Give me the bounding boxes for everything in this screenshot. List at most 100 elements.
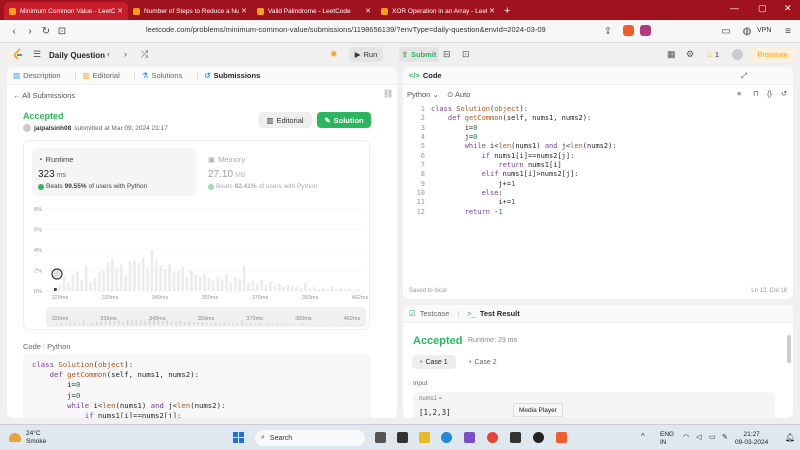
distribution-bar[interactable] — [203, 273, 206, 291]
tab-code[interactable]: Code — [423, 71, 442, 80]
distribution-bar[interactable] — [137, 263, 141, 291]
tab-solutions[interactable]: ⚗ Solutions — [142, 71, 183, 80]
editor-code[interactable]: class Solution(object): def getCommon(se… — [431, 105, 617, 217]
browser-tab-4[interactable]: XOR Operation in an Array - LeetCo ✕ — [376, 2, 500, 20]
wallet-icon[interactable]: ◍ — [739, 26, 755, 37]
distribution-bar[interactable] — [247, 282, 250, 291]
next-problem-icon[interactable]: › — [124, 49, 127, 59]
maximize-icon[interactable]: ▢ — [758, 3, 767, 14]
distribution-bar[interactable] — [295, 286, 299, 291]
back-icon[interactable]: ‹ — [6, 26, 22, 37]
close-tab-icon[interactable]: ✕ — [117, 7, 123, 15]
link-icon[interactable]: ⛓ — [383, 89, 393, 98]
notes-icon[interactable]: ⊟ — [443, 49, 451, 60]
distribution-bar[interactable] — [225, 274, 228, 291]
distribution-bar[interactable] — [111, 259, 114, 291]
settings-icon[interactable]: ⚙ — [686, 49, 694, 60]
bookmark-icon[interactable]: ⊡ — [54, 26, 70, 37]
tray-overflow-icon[interactable]: ^ — [641, 432, 645, 441]
distribution-bar[interactable] — [211, 280, 215, 291]
battery-icon[interactable]: ▭ — [709, 433, 716, 441]
prev-problem-icon[interactable]: ‹ — [107, 49, 110, 59]
store-icon[interactable] — [464, 432, 475, 443]
tab-submissions[interactable]: ↺ Submissions — [204, 71, 260, 80]
language-select[interactable]: Python ⌄ — [407, 90, 439, 99]
distribution-bar[interactable] — [238, 278, 242, 291]
distribution-bar[interactable] — [150, 250, 154, 291]
close-tab-icon[interactable]: ✕ — [489, 7, 495, 15]
distribution-bar[interactable] — [326, 288, 329, 291]
distribution-bar[interactable] — [194, 274, 198, 291]
chrome-icon[interactable] — [487, 432, 498, 443]
browser-tab-3[interactable]: Valid Palindrome - LeetCode ✕ — [252, 2, 376, 20]
distribution-bar[interactable] — [334, 288, 338, 291]
distribution-bar[interactable] — [71, 274, 75, 291]
shuffle-icon[interactable]: ⤮ — [141, 49, 148, 60]
vpn-button[interactable]: VPN — [757, 27, 771, 34]
distribution-bar[interactable] — [159, 265, 163, 291]
runtime-metric[interactable]: ◔ Runtime 323 ms Beats 99.55% of users with … — [32, 148, 196, 196]
avatar[interactable] — [732, 49, 743, 60]
distribution-bar[interactable] — [84, 265, 88, 291]
distribution-bar[interactable] — [185, 277, 189, 291]
distribution-bar[interactable] — [102, 270, 106, 292]
close-tab-icon[interactable]: ✕ — [241, 7, 247, 15]
problem-list-icon[interactable]: ☰ — [33, 49, 41, 60]
submit-button[interactable]: ⇧ Submit — [399, 47, 439, 62]
expand-icon[interactable]: ⤢ — [741, 71, 747, 81]
leetcode-logo-icon[interactable] — [12, 48, 24, 61]
distribution-bar[interactable] — [352, 289, 356, 291]
distribution-bar[interactable] — [330, 286, 334, 291]
tab-description[interactable]: ▤ Description — [13, 71, 61, 80]
wifi-icon[interactable]: ◠ — [683, 433, 689, 441]
distribution-bar[interactable] — [80, 279, 84, 291]
brave-shield-icon[interactable] — [623, 25, 634, 36]
distribution-bar[interactable] — [304, 282, 307, 291]
distribution-bar[interactable] — [242, 265, 246, 291]
close-tab-icon[interactable]: ✕ — [365, 7, 371, 15]
distribution-bar[interactable] — [277, 283, 281, 291]
distribution-bar[interactable] — [273, 285, 277, 291]
editorial-button[interactable]: ▥ Editorial — [258, 112, 312, 128]
reload-icon[interactable]: ↻ — [38, 26, 54, 37]
distribution-bar[interactable] — [75, 271, 79, 291]
distribution-bar[interactable] — [198, 275, 202, 291]
distribution-bar[interactable] — [172, 272, 176, 291]
distribution-bar[interactable] — [181, 266, 185, 291]
distribution-bar[interactable] — [339, 287, 342, 291]
distribution-bar[interactable] — [146, 267, 149, 291]
volume-icon[interactable]: ◁ — [696, 433, 701, 441]
run-button[interactable]: ▶ Run — [349, 47, 383, 62]
pycharm-icon[interactable] — [510, 432, 521, 443]
distribution-bar[interactable] — [308, 287, 312, 291]
language-indicator[interactable]: ENG IN — [660, 431, 674, 446]
distribution-bar[interactable] — [119, 264, 123, 291]
distribution-bar[interactable] — [282, 286, 285, 291]
distribution-bar[interactable] — [216, 276, 220, 291]
distribution-bar[interactable] — [132, 260, 136, 291]
tab-editorial[interactable]: ▥ Editorial — [83, 71, 120, 80]
distribution-bar[interactable] — [154, 260, 158, 291]
sidebar-icon[interactable]: ▭ — [718, 26, 734, 37]
case-1-tab[interactable]: • Case 1 — [412, 355, 456, 369]
file-explorer-icon[interactable] — [419, 432, 430, 443]
case-2-tab[interactable]: • Case 2 — [461, 355, 505, 369]
pen-icon[interactable]: ✎ — [722, 433, 728, 441]
bookmark-icon[interactable]: ⊓ — [753, 89, 759, 98]
distribution-bar[interactable] — [269, 281, 272, 291]
taskbar-search[interactable]: ⌕ Search — [255, 430, 365, 446]
distribution-bar[interactable] — [141, 258, 145, 291]
debug-icon[interactable]: ✹ — [330, 49, 338, 60]
distribution-bar[interactable] — [260, 279, 264, 291]
auto-mode-toggle[interactable]: ⊙ Auto — [447, 90, 470, 99]
edge-icon[interactable] — [441, 432, 452, 443]
distribution-bar[interactable] — [124, 275, 127, 291]
distribution-bar[interactable] — [251, 280, 255, 291]
notification-icon[interactable]: 🔔︎ — [785, 433, 795, 442]
distribution-bar[interactable] — [58, 284, 62, 291]
distribution-bar[interactable] — [128, 261, 132, 291]
streak-counter[interactable]: ♨ 1 — [706, 50, 719, 59]
distribution-bar[interactable] — [115, 268, 119, 291]
tab-testcase[interactable]: Testcase — [420, 309, 450, 318]
avatar[interactable] — [23, 124, 31, 132]
